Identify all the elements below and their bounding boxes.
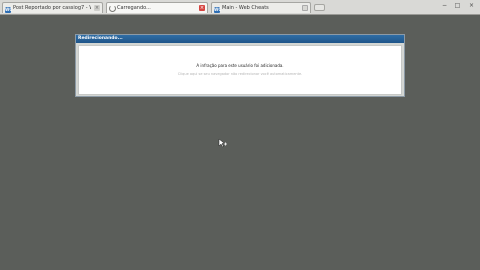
dialog-message: A infração para este usuário foi adicion… (196, 63, 284, 68)
tab-title: Carregando... (117, 5, 151, 11)
webcheats-icon: WC (214, 7, 222, 13)
mouse-cursor-icon (218, 138, 227, 148)
loading-spinner-icon (109, 5, 116, 12)
new-tab-button[interactable] (314, 4, 325, 11)
tab-title: Main - Web Cheats (222, 5, 269, 11)
tab-title: Post Reportado por cassiog7 - Web C (13, 5, 91, 11)
close-window-button[interactable]: × (467, 2, 476, 10)
tab-post-reportado[interactable]: WC Post Reportado por cassiog7 - Web C × (2, 2, 103, 13)
webcheats-icon: WC (5, 7, 13, 13)
redirect-dialog: Redirecionando... A infração para este u… (75, 34, 405, 97)
tab-carregando[interactable]: Carregando... × (106, 2, 208, 13)
dialog-body: A infração para este usuário foi adicion… (78, 45, 402, 95)
tab-main-web-cheats[interactable]: WC Main - Web Cheats (211, 2, 311, 13)
tab-close-icon[interactable]: × (94, 5, 100, 11)
dialog-title: Redirecionando... (78, 36, 123, 41)
maximize-window-button[interactable]: □ (453, 2, 462, 10)
browser-tab-bar: WC Post Reportado por cassiog7 - Web C ×… (0, 0, 480, 15)
dialog-header: Redirecionando... (76, 35, 404, 43)
tab-close-icon[interactable] (302, 5, 308, 11)
minimize-window-button[interactable]: − (440, 2, 449, 10)
tab-close-icon[interactable]: × (199, 5, 205, 11)
redirect-link[interactable]: Clique aqui se seu navegador não redirec… (79, 72, 401, 77)
